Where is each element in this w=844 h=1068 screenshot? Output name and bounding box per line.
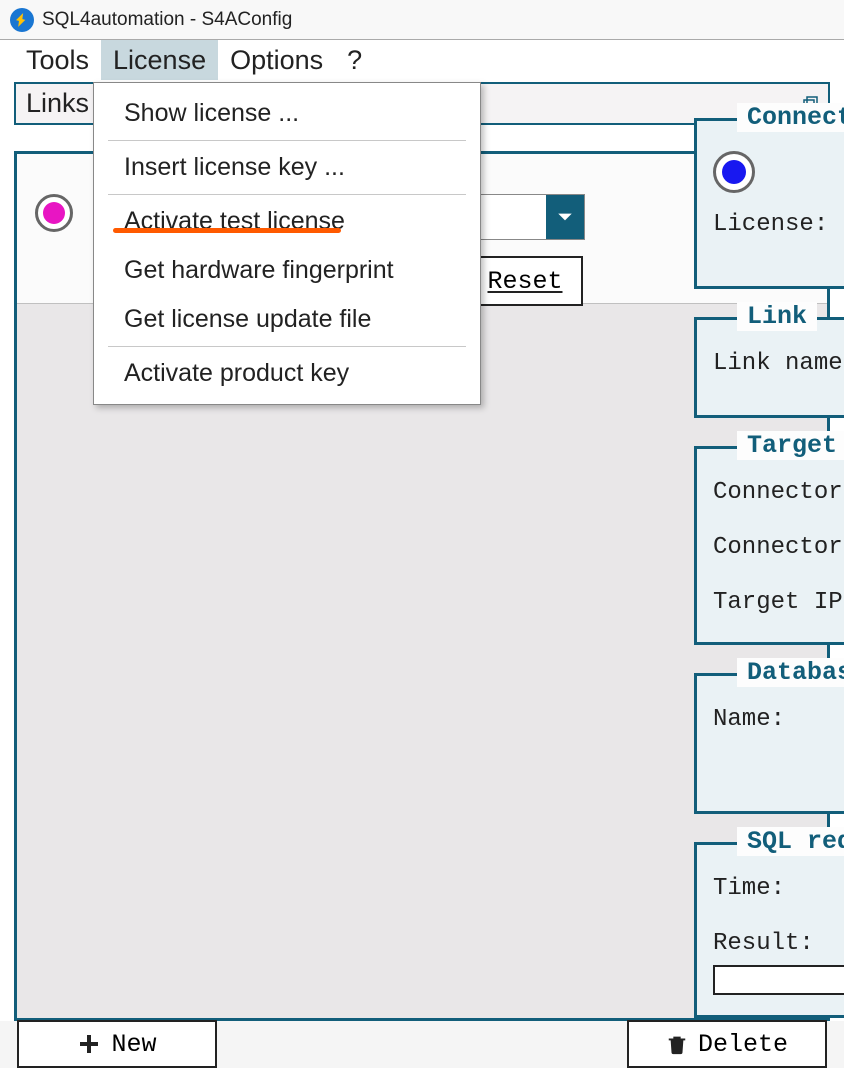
titlebar: SQL4automation - S4AConfig [0, 0, 844, 40]
sql-result-label: Result: [713, 930, 844, 957]
menu-divider [108, 194, 466, 195]
trash-icon [666, 1033, 688, 1055]
target-fieldset: Target Connector Connector Target IP: [694, 446, 844, 645]
titlebar-title: SQL4automation - S4AConfig [42, 9, 292, 31]
reset-label: Reset [487, 267, 562, 296]
target-ip-label: Target IP: [713, 589, 844, 616]
menubar: Tools License Options ? [0, 40, 844, 82]
new-label: New [111, 1030, 156, 1059]
sql-req-fieldset: SQL req Time: Result: [694, 842, 844, 1018]
menu-insert-license-key[interactable]: Insert license key ... [94, 143, 480, 192]
link-name-label: Link name: [713, 350, 844, 377]
license-dropdown-menu: Show license ... Insert license key ... … [93, 82, 481, 405]
menu-activate-test-license[interactable]: Activate test license [94, 197, 480, 246]
connect-status-dot [722, 160, 746, 184]
connector-label-2: Connector [713, 534, 844, 561]
status-radio-dot [43, 202, 65, 224]
links-label: Links [16, 88, 89, 119]
menu-divider [108, 346, 466, 347]
link-legend: Link [737, 302, 817, 331]
annotation-highlight [113, 228, 341, 233]
menu-license[interactable]: License [101, 40, 218, 80]
database-fieldset: Databas Name: [694, 673, 844, 814]
app-icon [10, 8, 34, 32]
link-fieldset: Link Link name: [694, 317, 844, 418]
menu-get-license-update-file[interactable]: Get license update file [94, 295, 480, 344]
menu-help[interactable]: ? [335, 40, 374, 80]
connector-label-1: Connector [713, 479, 844, 506]
plus-icon [77, 1032, 101, 1056]
new-button[interactable]: New [17, 1020, 217, 1068]
menu-show-license[interactable]: Show license ... [94, 89, 480, 138]
connect-fieldset: Connect License: [694, 118, 844, 289]
menu-divider [108, 140, 466, 141]
status-radio[interactable] [35, 194, 73, 232]
sql-req-legend: SQL req [737, 827, 844, 856]
menu-options[interactable]: Options [218, 40, 335, 80]
menu-tools[interactable]: Tools [14, 40, 101, 80]
menu-activate-product-key[interactable]: Activate product key [94, 349, 480, 398]
menu-get-hardware-fingerprint[interactable]: Get hardware fingerprint [94, 246, 480, 295]
connect-legend: Connect [737, 103, 844, 132]
database-legend: Databas [737, 658, 844, 687]
sql-time-label: Time: [713, 875, 844, 902]
sql-result-field[interactable] [713, 965, 844, 995]
target-legend: Target [737, 431, 844, 460]
database-name-label: Name: [713, 706, 844, 733]
chevron-down-icon[interactable] [546, 195, 584, 239]
license-label: License: [713, 211, 844, 238]
connect-status-radio[interactable] [713, 151, 755, 193]
